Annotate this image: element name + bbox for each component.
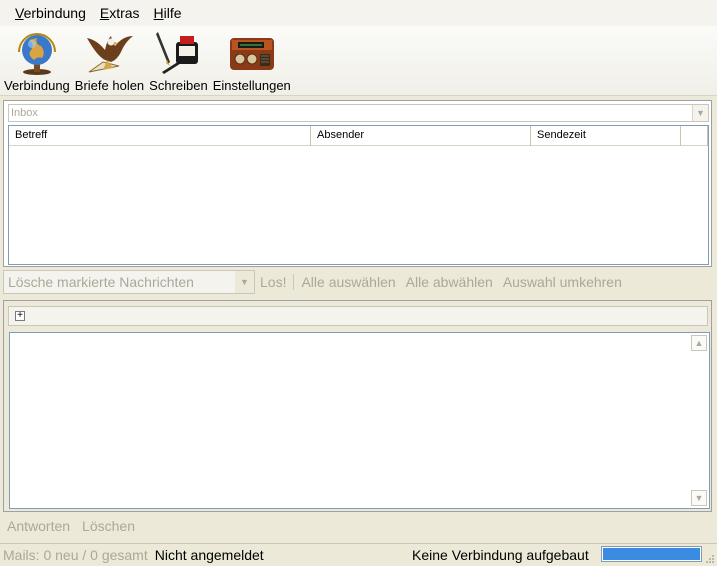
menu-hilfe[interactable]: Hilfe <box>147 5 189 21</box>
message-list-pane: Inbox ▼ Betreff Absender Sendezeit <box>3 100 712 267</box>
connection-status: Keine Verbindung aufgebaut <box>412 547 589 563</box>
radio-icon <box>229 38 274 70</box>
login-status: Nicht angemeldet <box>154 547 264 563</box>
mail-count-status: Mails: 0 neu / 0 gesamt <box>3 547 148 563</box>
column-extra[interactable] <box>681 126 708 146</box>
message-table-header: Betreff Absender Sendezeit <box>9 126 708 146</box>
scroll-up-icon[interactable]: ▲ <box>691 335 707 351</box>
delete-button[interactable]: Löschen <box>82 518 135 534</box>
write-label: Schreiben <box>149 78 208 93</box>
toolbar-separator <box>293 274 295 290</box>
message-action-bar: Lösche markierte Nachrichten ▼ Los! Alle… <box>3 269 712 295</box>
bulk-action-dropdown[interactable]: Lösche markierte Nachrichten ▼ <box>3 270 255 294</box>
progress-bar <box>601 546 702 562</box>
invert-selection-button[interactable]: Auswahl umkehren <box>498 274 627 290</box>
folder-dropdown[interactable]: Inbox ▼ <box>8 104 709 122</box>
folder-dropdown-value: Inbox <box>11 107 38 119</box>
deselect-all-button[interactable]: Alle abwählen <box>401 274 498 290</box>
go-button[interactable]: Los! <box>255 274 291 290</box>
chevron-down-icon[interactable]: ▼ <box>235 271 254 293</box>
column-sent-time[interactable]: Sendezeit <box>531 126 681 146</box>
toolbar: Verbindung Briefe holen Schreiben Einste… <box>0 26 717 96</box>
connect-label: Verbindung <box>4 78 70 93</box>
eagle-icon <box>87 36 134 73</box>
settings-label: Einstellungen <box>212 78 291 93</box>
scroll-down-icon[interactable]: ▼ <box>691 490 707 506</box>
column-sender[interactable]: Absender <box>311 126 531 146</box>
resize-grip-icon[interactable] <box>704 553 715 564</box>
column-subject[interactable]: Betreff <box>9 126 311 146</box>
progress-fill <box>603 548 700 560</box>
menu-bar: Verbindung Extras Hilfe <box>0 0 717 26</box>
reply-button[interactable]: Antworten <box>7 518 70 534</box>
bulk-action-value: Lösche markierte Nachrichten <box>8 274 194 290</box>
menu-extras[interactable]: Extras <box>93 5 147 21</box>
expand-header-toggle[interactable]: + <box>15 311 25 321</box>
connect-button[interactable]: Verbindung <box>2 26 72 94</box>
globe-icon <box>17 33 56 75</box>
reply-action-bar: Antworten Löschen <box>3 514 712 538</box>
message-body[interactable]: ▲ ▼ <box>9 332 710 509</box>
message-header-strip: + <box>8 306 708 326</box>
fetch-letters-label: Briefe holen <box>74 78 145 93</box>
settings-button[interactable]: Einstellungen <box>211 26 293 94</box>
menu-verbindung[interactable]: Verbindung <box>8 5 93 21</box>
status-bar: Mails: 0 neu / 0 gesamt Nicht angemeldet… <box>0 543 717 566</box>
message-preview-pane: + ▲ ▼ <box>3 300 712 512</box>
select-all-button[interactable]: Alle auswählen <box>296 274 400 290</box>
message-table[interactable]: Betreff Absender Sendezeit <box>8 125 709 265</box>
inkwell-pen-icon <box>156 32 199 74</box>
write-button[interactable]: Schreiben <box>147 26 210 94</box>
chevron-down-icon[interactable]: ▼ <box>692 105 708 121</box>
fetch-letters-button[interactable]: Briefe holen <box>73 26 146 94</box>
